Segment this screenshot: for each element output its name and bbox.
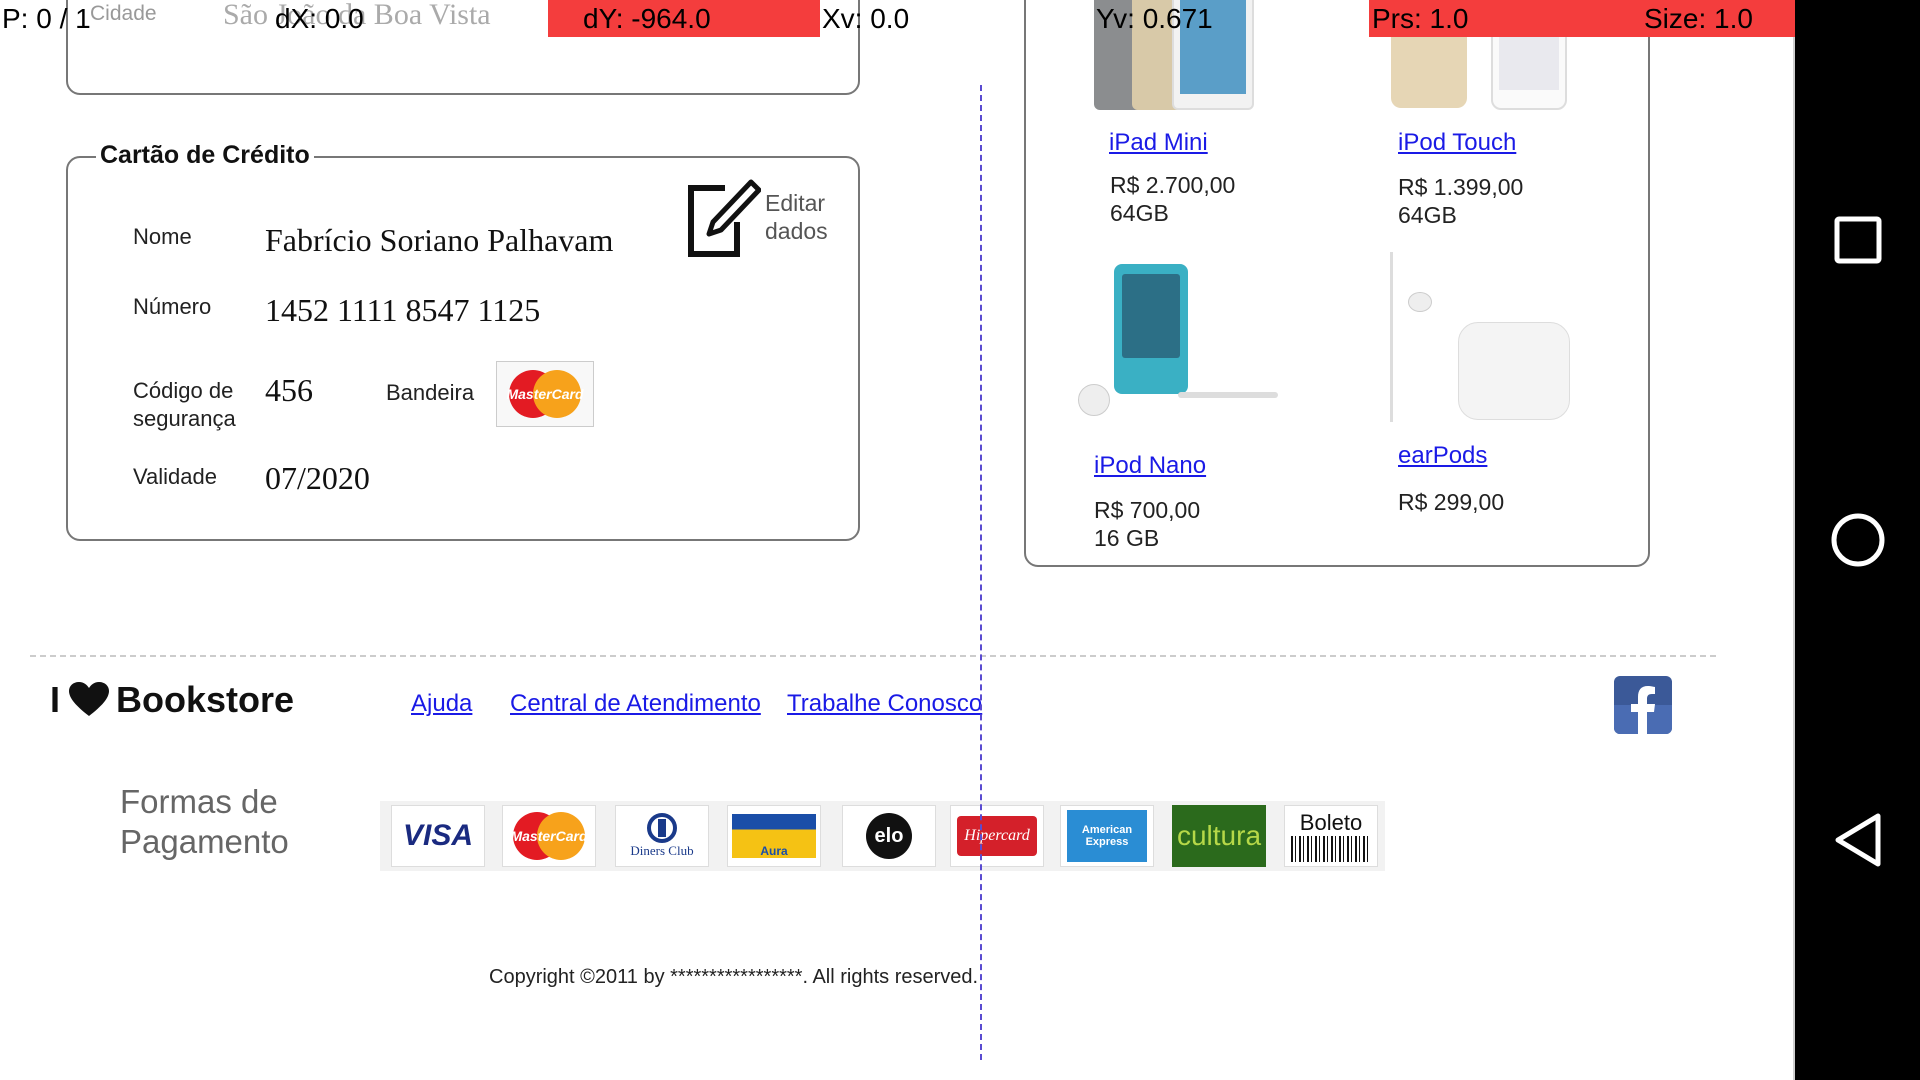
card-brand-logo: MasterCard: [496, 361, 594, 427]
credit-card-legend: Cartão de Crédito: [96, 141, 314, 170]
copyright-text: Copyright ©2011 by *****************. Al…: [489, 966, 979, 988]
mastercard-icon: MasterCard: [506, 370, 584, 418]
aura-icon: Aura: [727, 805, 821, 867]
home-button[interactable]: [1795, 500, 1920, 580]
brand-label: Bandeira: [386, 380, 475, 405]
product-price-ipod-nano: R$ 700,00 16 GB: [1094, 496, 1200, 552]
footer-link-customer-service[interactable]: Central de Atendimento: [510, 690, 761, 718]
price-detail: 16 GB: [1094, 525, 1160, 551]
triangle-back-icon: [1835, 813, 1880, 867]
footer-divider: [30, 655, 1716, 657]
debug-pointer: P: 0 / 1: [2, 3, 91, 34]
pointer-location-overlay: P: 0 / 1 dX: 0.0 dY: -964.0 Xv: 0.0 Yv: …: [0, 0, 1920, 37]
american-express-icon: American Express: [1060, 805, 1154, 867]
cultura-icon: cultura: [1172, 805, 1266, 867]
boleto-icon: Boleto: [1284, 805, 1378, 867]
svg-text:MasterCard: MasterCard: [510, 828, 587, 844]
mastercard-text: MasterCard: [506, 386, 583, 402]
name-label: Nome: [133, 224, 192, 249]
payment-title-line1: Formas de: [120, 783, 278, 820]
debug-dy: dY: -964.0: [548, 0, 820, 37]
debug-xv: Xv: 0.0: [822, 3, 910, 34]
facebook-button[interactable]: [1614, 676, 1672, 734]
edit-data-button[interactable]: Editar dados: [685, 178, 835, 258]
products-panel: iPad Mini R$ 2.700,00 64GB iPod Touch R$…: [1024, 0, 1650, 567]
debug-dx: dX: 0.0: [275, 3, 364, 34]
security-code-label-1: Código de: [133, 378, 234, 403]
heart-icon: [69, 682, 110, 716]
mastercard-payment-icon: MasterCard: [502, 805, 596, 867]
credit-card-panel: Cartão de Crédito Editar dados Nome Fabr…: [66, 141, 860, 541]
validity-label: Validade: [133, 464, 217, 489]
square-icon: [1834, 216, 1881, 264]
product-price-ipad-mini: R$ 2.700,00 64GB: [1110, 171, 1235, 227]
footer-link-work-with-us[interactable]: Trabalhe Conosco: [787, 690, 982, 718]
system-navigation-bar: [1795, 0, 1920, 1080]
pointer-guide-line: [980, 85, 982, 1060]
product-price-ipod-touch: R$ 1.399,00 64GB: [1398, 173, 1523, 229]
edit-icon: [688, 179, 761, 257]
product-link-ipod-touch[interactable]: iPod Touch: [1398, 129, 1516, 157]
facebook-icon: [1614, 686, 1672, 734]
hipercard-icon: Hipercard: [950, 805, 1044, 867]
recents-button[interactable]: [1795, 200, 1920, 280]
web-page: Cidade São João da Boa Vista UF SP Cartã…: [0, 0, 1795, 1080]
price-value: R$ 299,00: [1398, 489, 1505, 515]
product-price-earpods: R$ 299,00: [1398, 488, 1504, 516]
debug-pressure: Prs: 1.0: [1369, 0, 1642, 37]
logo-name: Bookstore: [116, 679, 295, 720]
edit-label-line2: dados: [765, 218, 828, 244]
edit-label-line1: Editar: [765, 190, 826, 216]
visa-icon: VISA: [391, 805, 485, 867]
circle-icon: [1831, 513, 1884, 567]
elo-icon: elo: [842, 805, 936, 867]
number-value: 1452 1111 8547 1125: [265, 292, 541, 328]
debug-yv: Yv: 0.671: [1096, 3, 1213, 34]
logo-prefix: I: [50, 679, 61, 720]
price-detail: 64GB: [1398, 202, 1457, 228]
product-link-ipad-mini[interactable]: iPad Mini: [1109, 129, 1208, 157]
back-button[interactable]: [1795, 800, 1920, 880]
security-code-label-2: segurança: [133, 406, 236, 431]
footer-link-help[interactable]: Ajuda: [411, 690, 472, 718]
footer-logo[interactable]: I Bookstore: [50, 679, 295, 720]
product-link-ipod-nano[interactable]: iPod Nano: [1094, 452, 1206, 480]
price-value: R$ 1.399,00: [1398, 174, 1524, 200]
payment-title: Formas de Pagamento: [120, 782, 289, 862]
price-value: R$ 2.700,00: [1110, 172, 1236, 198]
number-label: Número: [133, 294, 212, 319]
diners-club-icon: Diners Club: [615, 805, 709, 867]
earpods-image: [1388, 252, 1570, 422]
price-value: R$ 700,00: [1094, 497, 1201, 523]
validity-value: 07/2020: [265, 460, 370, 496]
name-value: Fabrício Soriano Palhavam: [265, 222, 614, 258]
price-detail: 64GB: [1110, 200, 1169, 226]
security-code-value: 456: [265, 372, 313, 408]
payment-title-line2: Pagamento: [120, 823, 289, 860]
product-link-earpods[interactable]: earPods: [1398, 442, 1487, 470]
ipod-nano-image: [1078, 264, 1278, 424]
